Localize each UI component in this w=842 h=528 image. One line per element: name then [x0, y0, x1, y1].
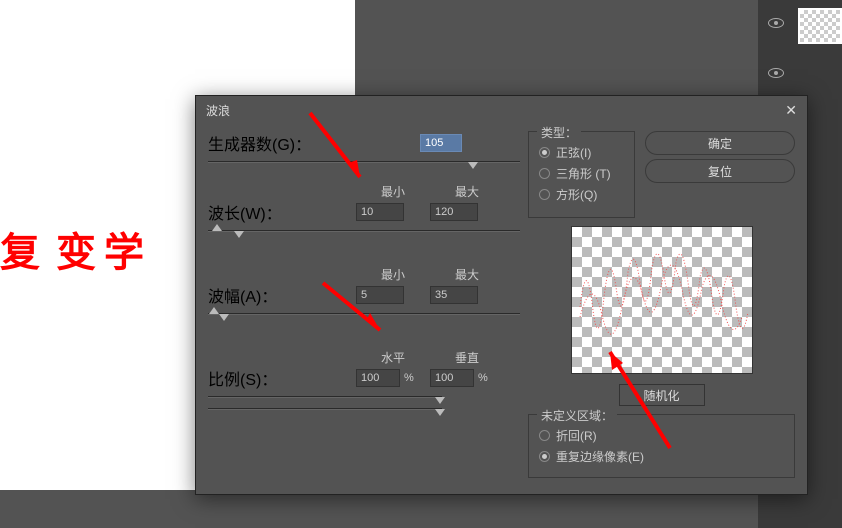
- document-text: 复变学: [0, 220, 152, 278]
- undef-wrap-radio[interactable]: 折回(R): [539, 427, 784, 444]
- undef-repeat-radio[interactable]: 重复边缘像素(E): [539, 448, 784, 465]
- amplitude-max-input[interactable]: [430, 286, 478, 304]
- scale-label: 比例(S)：: [208, 366, 356, 390]
- amplitude-slider[interactable]: [208, 313, 520, 315]
- reset-button[interactable]: 复位: [645, 159, 795, 183]
- generators-input[interactable]: [420, 134, 462, 152]
- amplitude-min-input[interactable]: [356, 286, 404, 304]
- undef-group-label: 未定义区域：: [537, 407, 617, 424]
- scale-horiz-slider[interactable]: [208, 396, 442, 398]
- type-triangle-radio[interactable]: 三角形 (T): [539, 165, 624, 182]
- wavelength-label: 波长(W)：: [208, 200, 356, 224]
- type-sine-radio[interactable]: 正弦(I): [539, 144, 624, 161]
- close-icon[interactable]: ✕: [785, 102, 797, 119]
- right-column: 类型： 正弦(I) 三角形 (T) 方形(Q) 确定 复位 随机化: [528, 131, 795, 483]
- generators-label: 生成器数(G)：: [208, 131, 420, 155]
- wavelength-min-input[interactable]: [356, 203, 404, 221]
- dialog-title-text: 波浪: [206, 104, 230, 118]
- horiz-header: 水平: [356, 349, 430, 366]
- visibility-eye-icon[interactable]: [768, 18, 784, 28]
- max-header: 最大: [430, 266, 504, 283]
- scale-vert-slider[interactable]: [208, 408, 442, 410]
- amplitude-label: 波幅(A)：: [208, 283, 356, 307]
- visibility-eye-icon[interactable]: [768, 68, 784, 78]
- generators-slider[interactable]: [208, 161, 520, 163]
- layer-thumbnail[interactable]: [798, 8, 842, 44]
- wavelength-slider[interactable]: [208, 230, 520, 232]
- wave-filter-dialog: 波浪 ✕ 生成器数(G)： 最小 最大 波长(W)：: [195, 95, 808, 495]
- dialog-titlebar: 波浪 ✕: [196, 96, 807, 125]
- scale-horiz-input[interactable]: [356, 369, 400, 387]
- type-square-radio[interactable]: 方形(Q): [539, 186, 624, 203]
- min-header: 最小: [356, 183, 430, 200]
- parameters-column: 生成器数(G)： 最小 最大 波长(W)：: [208, 131, 528, 483]
- type-group-label: 类型：: [537, 124, 581, 141]
- max-header: 最大: [430, 183, 504, 200]
- randomize-button[interactable]: 随机化: [619, 384, 705, 406]
- type-group: 类型： 正弦(I) 三角形 (T) 方形(Q): [528, 131, 635, 218]
- min-header: 最小: [356, 266, 430, 283]
- wave-preview: [571, 226, 753, 374]
- undefined-area-group: 未定义区域： 折回(R) 重复边缘像素(E): [528, 414, 795, 478]
- ok-button[interactable]: 确定: [645, 131, 795, 155]
- wavelength-max-input[interactable]: [430, 203, 478, 221]
- vert-header: 垂直: [430, 349, 504, 366]
- scale-vert-input[interactable]: [430, 369, 474, 387]
